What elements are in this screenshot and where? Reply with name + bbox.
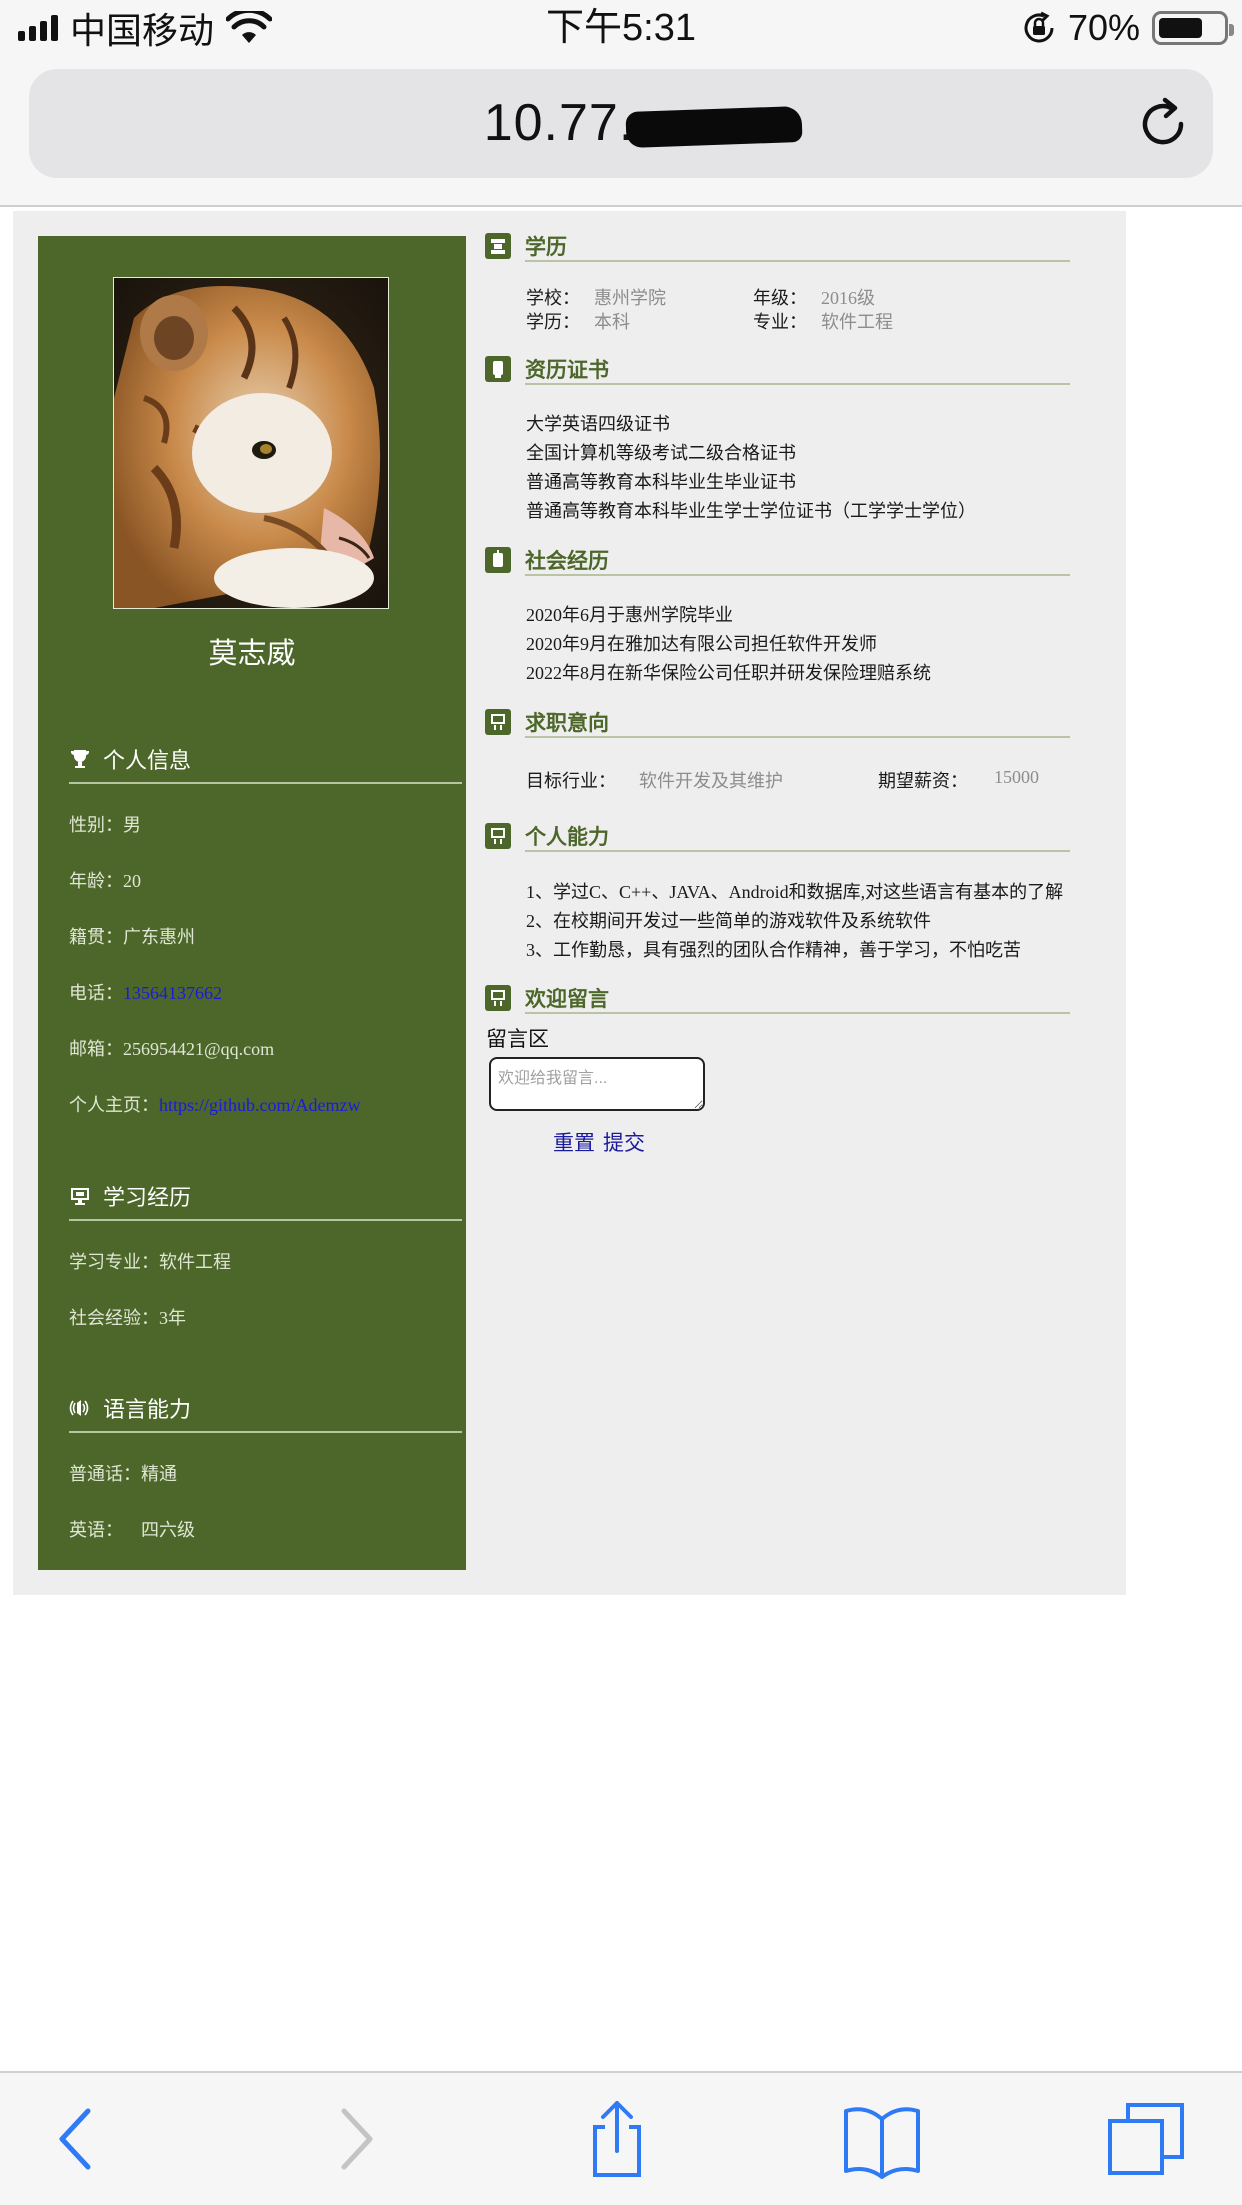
education-heading: 学历	[485, 233, 1070, 263]
lang-mandarin: 普通话：精通	[69, 1464, 177, 1484]
graduate-icon	[485, 233, 511, 259]
profile-photo	[113, 277, 389, 609]
study-heading: 学习经历	[69, 1176, 191, 1216]
homepage-link[interactable]: https://github.com/Ademzw	[159, 1095, 360, 1115]
guestbook-title: 欢迎留言	[525, 988, 609, 1011]
certificate-item: 大学英语四级证书	[526, 414, 670, 434]
message-textarea[interactable]	[489, 1057, 705, 1111]
message-area-label: 留言区	[486, 1028, 549, 1051]
skills-icon	[485, 823, 511, 849]
info-age: 年龄：20	[69, 871, 141, 891]
forward-icon[interactable]	[314, 2099, 394, 2179]
salary-label: 期望薪资：	[878, 771, 968, 791]
study-title: 学习经历	[103, 1185, 192, 1210]
intention-heading: 求职意向	[485, 709, 1070, 739]
profile-name: 莫志威	[208, 638, 296, 670]
personal-info-heading: 个人信息	[69, 739, 191, 779]
reset-button[interactable]: 重置	[553, 1127, 595, 1157]
phone-link[interactable]: 13564137662	[123, 983, 222, 1003]
divider	[525, 260, 1070, 262]
rotation-lock-icon	[1024, 11, 1054, 43]
divider	[525, 736, 1070, 738]
trophy-icon	[71, 750, 89, 768]
info-homepage: 个人主页：https://github.com/Ademzw	[69, 1095, 361, 1115]
target-icon	[485, 709, 511, 735]
volume-icon	[69, 1400, 89, 1416]
study-experience: 社会经验：3年	[69, 1308, 186, 1328]
experience-item: 2020年9月在雅加达有限公司担任软件开发师	[526, 634, 877, 654]
address-bar[interactable]: 10.77.	[29, 69, 1213, 178]
browser-toolbar-bottom	[0, 2071, 1242, 2205]
salary-value: 15000	[994, 767, 1039, 787]
certificate-item: 普通高等教育本科毕业生毕业证书	[526, 472, 796, 492]
info-hometown: 籍贯：广东惠州	[69, 927, 195, 947]
grade-label: 年级：	[753, 288, 807, 308]
school-value: 惠州学院	[594, 288, 666, 308]
monitor-icon	[71, 1188, 89, 1205]
personal-info-title: 个人信息	[103, 748, 192, 773]
submit-button[interactable]: 提交	[603, 1127, 645, 1157]
experience-title: 社会经历	[525, 550, 609, 573]
industry-label: 目标行业：	[526, 771, 616, 791]
certificate-icon	[485, 356, 511, 382]
info-phone: 电话：13564137662	[69, 983, 222, 1003]
experience-item: 2022年8月在新华保险公司任职并研发保险理赔系统	[526, 663, 931, 683]
grade-value: 2016级	[821, 288, 875, 308]
divider	[69, 1431, 462, 1433]
skill-item: 2、在校期间开发过一些简单的游戏软件及系统软件	[526, 911, 931, 931]
industry-value: 软件开发及其维护	[639, 771, 783, 791]
divider	[525, 1012, 1070, 1014]
status-bar: 中国移动 下午5:31 70%	[0, 0, 1242, 56]
study-major: 学习专业：软件工程	[69, 1252, 231, 1272]
certificate-item: 全国计算机等级考试二级合格证书	[526, 443, 796, 463]
resume-sidebar: 莫志威 个人信息 性别：男 年龄：20 籍贯：广东惠州 电话：135641376…	[38, 236, 466, 1570]
share-icon[interactable]	[577, 2099, 657, 2179]
certificate-item: 普通高等教育本科毕业生学士学位证书（工学学士学位）	[526, 501, 976, 521]
guestbook-heading: 欢迎留言	[485, 985, 1070, 1015]
resume-page: 莫志威 个人信息 性别：男 年龄：20 籍贯：广东惠州 电话：135641376…	[13, 211, 1126, 1595]
divider	[525, 850, 1070, 852]
url-text[interactable]: 10.77.	[121, 69, 1121, 178]
battery-icon	[1152, 11, 1234, 45]
reload-icon[interactable]	[1135, 96, 1191, 152]
lang-english: 英语： 四六级	[69, 1520, 195, 1540]
info-email: 邮箱：256954421@qq.com	[69, 1039, 275, 1059]
skill-item: 1、学过C、C++、JAVA、Android和数据库,对这些语言有基本的了解	[526, 882, 1064, 902]
school-label: 学校：	[526, 288, 580, 308]
language-title: 语言能力	[103, 1397, 192, 1422]
certificates-heading: 资历证书	[485, 356, 1070, 386]
degree-value: 本科	[594, 312, 630, 332]
intention-title: 求职意向	[525, 712, 609, 735]
resume-main: 学历 学校： 惠州学院 年级： 2016级 学历： 本科 专业： 软件工程 资历…	[485, 211, 1125, 1595]
divider	[69, 782, 462, 784]
back-icon[interactable]	[38, 2099, 118, 2179]
experience-heading: 社会经历	[485, 547, 1070, 577]
degree-label: 学历：	[526, 312, 580, 332]
skills-title: 个人能力	[525, 826, 609, 849]
divider	[525, 574, 1070, 576]
briefcase-icon	[485, 547, 511, 573]
major-value: 软件工程	[821, 312, 893, 332]
bookmarks-icon[interactable]	[842, 2099, 922, 2179]
divider	[69, 1219, 462, 1221]
browser-toolbar-top: 10.77.	[0, 56, 1242, 207]
skill-item: 3、工作勤恳，具有强烈的团队合作精神，善于学习，不怕吃苦	[526, 940, 1021, 960]
battery-percent: 70%	[1067, 7, 1140, 48]
education-title: 学历	[525, 236, 567, 259]
info-gender: 性别：男	[69, 815, 141, 835]
experience-item: 2020年6月于惠州学院毕业	[526, 605, 733, 625]
divider	[525, 383, 1070, 385]
tabs-icon[interactable]	[1106, 2099, 1186, 2179]
message-icon	[485, 985, 511, 1011]
major-label: 专业：	[753, 312, 807, 332]
url-redaction	[625, 105, 803, 149]
skills-heading: 个人能力	[485, 823, 1070, 853]
language-heading: 语言能力	[69, 1388, 191, 1428]
certificates-title: 资历证书	[525, 359, 609, 382]
